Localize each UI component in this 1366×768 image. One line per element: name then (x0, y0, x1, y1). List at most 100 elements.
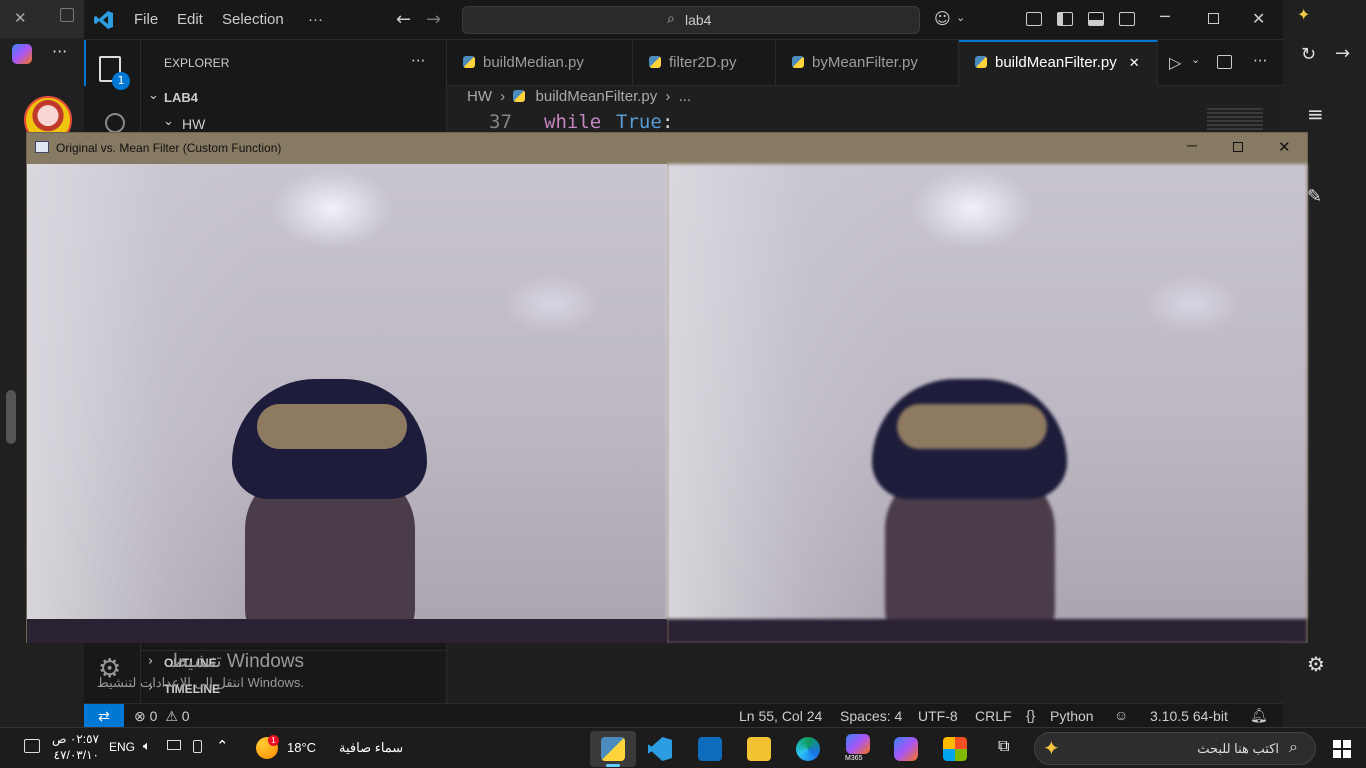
minimize-icon[interactable]: ─ (1187, 137, 1197, 153)
copilot-taskbar-icon[interactable] (894, 737, 918, 761)
search-icon: ⌕ (1289, 739, 1298, 756)
taskbar-python-app[interactable] (590, 731, 636, 767)
breadcrumb: HW › buildMeanFilter.py › ... (467, 88, 691, 105)
forward-icon[interactable]: → (1335, 43, 1350, 64)
maximize-icon[interactable] (1208, 13, 1219, 24)
breadcrumb-folder[interactable]: HW (467, 88, 492, 105)
clock-time: ٠٢:٥٧ ص (52, 732, 99, 746)
tab-filter2d[interactable]: filter2D.py (633, 40, 776, 86)
breadcrumb-file[interactable]: buildMeanFilter.py (536, 88, 658, 105)
customize-layout-icon[interactable] (1026, 12, 1042, 26)
warning-count: 0 (181, 708, 190, 724)
clock[interactable]: ٠٢:٥٧ ص ٤٧/٠٣/١٠ (52, 731, 99, 763)
sparkle-icon[interactable]: ✦ (1297, 5, 1315, 24)
menu-more[interactable]: ··· (308, 11, 323, 28)
task-view-icon[interactable]: ⧉ (998, 738, 1009, 756)
edge-icon[interactable] (796, 737, 820, 761)
copilot-icon[interactable]: ☺ (934, 9, 951, 28)
python-file-icon (792, 56, 804, 68)
network-icon[interactable] (167, 740, 181, 750)
chevron-down-icon[interactable]: ⌄ (956, 11, 965, 24)
language-mode[interactable]: Python (1050, 708, 1094, 724)
folder-lab4[interactable]: ⌄ LAB4 (141, 88, 447, 110)
battery-icon[interactable] (193, 740, 202, 753)
sparkle-icon: ✦ (1043, 738, 1060, 760)
line-number: 37 (489, 111, 512, 133)
maximize-icon[interactable] (1233, 142, 1243, 152)
tab-close-icon[interactable]: ✕ (1129, 55, 1140, 70)
line-ending[interactable]: CRLF (975, 708, 1012, 724)
tab-buildmedian[interactable]: buildMedian.py (447, 40, 633, 86)
volume-icon[interactable]: 🔈︎ (143, 738, 151, 754)
more-icon[interactable]: ··· (52, 42, 67, 61)
active-indicator (606, 764, 620, 767)
back-arrow-icon[interactable]: ← (396, 9, 411, 30)
file-explorer-icon[interactable] (747, 737, 771, 761)
chevron-down-icon[interactable]: ⌄ (1191, 53, 1200, 66)
command-center[interactable]: ⌕ lab4 (462, 6, 920, 34)
opencv-titlebar[interactable]: Original vs. Mean Filter (Custom Functio… (27, 133, 1307, 163)
python-file-icon (463, 56, 475, 68)
warning-icon: ⚠ (165, 708, 178, 724)
store-icon[interactable] (943, 737, 967, 761)
minimap[interactable] (1207, 108, 1263, 132)
scrollbar[interactable] (6, 390, 16, 444)
close-window-icon[interactable]: ✕ (1252, 9, 1265, 28)
forward-arrow-icon[interactable]: → (426, 9, 441, 30)
menu-edit[interactable]: Edit (177, 11, 203, 28)
tab-buildmeanfilter[interactable]: buildMeanFilter.py ✕ (959, 40, 1158, 86)
code-line[interactable]: 37 while True : (447, 108, 1283, 134)
remote-indicator[interactable]: ⇄ (84, 704, 124, 728)
m365-label: M365 (845, 755, 863, 762)
tab-bymeanfilter[interactable]: byMeanFilter.py (776, 40, 959, 86)
python-file-icon (975, 56, 987, 68)
refresh-icon[interactable]: ↻ (1301, 44, 1316, 65)
settings-icon[interactable]: ⚙ (1307, 652, 1325, 676)
notification-icon[interactable] (24, 739, 40, 753)
editor-more-icon[interactable]: ··· (1253, 52, 1267, 70)
weather-text[interactable]: سماء صافية (339, 740, 403, 756)
start-button[interactable] (1333, 740, 1351, 758)
split-editor-icon[interactable] (1217, 55, 1232, 69)
toggle-secondary-sidebar-icon[interactable] (1119, 12, 1135, 26)
menu-file[interactable]: File (134, 11, 158, 28)
minimize-icon[interactable]: ─ (1160, 7, 1170, 26)
hamburger-icon[interactable]: ≡ (1307, 102, 1324, 126)
bell-icon[interactable]: 🔔︎ (1250, 707, 1268, 724)
edit-icon[interactable]: ✎ (1307, 186, 1322, 207)
taskbar-search[interactable]: ✦ اكتب هنا للبحث ⌕ (1034, 732, 1316, 765)
filtered-frame (667, 164, 1307, 643)
run-icon[interactable]: ▷ (1169, 53, 1181, 72)
problems-indicator[interactable]: ⊗ 0 ⚠ 0 (134, 708, 190, 725)
toggle-panel-icon[interactable] (1088, 12, 1104, 26)
search-view-icon[interactable] (105, 113, 125, 133)
folder-label: HW (182, 116, 206, 132)
toggle-sidebar-icon[interactable] (1057, 12, 1073, 26)
outlook-icon[interactable] (698, 737, 722, 761)
cursor-position[interactable]: Ln 55, Col 24 (739, 708, 822, 724)
temperature[interactable]: 18°C (287, 740, 316, 755)
language-indicator[interactable]: ENG (109, 740, 135, 754)
indentation[interactable]: Spaces: 4 (840, 708, 902, 724)
activation-title: تنشيط Windows (169, 651, 304, 672)
copilot-icon[interactable] (12, 44, 32, 64)
error-count: 0 (149, 708, 158, 724)
code-colon: : (662, 111, 674, 133)
explorer-more-button[interactable]: ··· (411, 52, 425, 70)
tab-icon[interactable] (60, 8, 74, 22)
menu-selection[interactable]: Selection (222, 11, 284, 28)
m365-icon[interactable]: M365 (845, 734, 871, 764)
vscode-taskbar-icon[interactable] (648, 737, 672, 761)
copilot-status-icon[interactable]: ☺ (1114, 707, 1128, 723)
interpreter[interactable]: 3.10.5 64-bit (1150, 708, 1228, 724)
encoding[interactable]: UTF-8 (918, 708, 958, 724)
vscode-logo-icon (94, 11, 113, 29)
chevron-down-icon: ⌄ (148, 88, 159, 103)
close-icon[interactable]: ✕ (1278, 138, 1291, 156)
status-bar: ⇄ ⊗ 0 ⚠ 0 Ln 55, Col 24 Spaces: 4 UTF-8 … (84, 703, 1283, 728)
close-icon[interactable]: ✕ (14, 9, 27, 27)
chevron-up-icon[interactable]: ⌃ (216, 737, 229, 755)
code-keyword: while (544, 111, 602, 133)
python-icon (601, 737, 625, 761)
breadcrumb-rest[interactable]: ... (679, 88, 692, 105)
